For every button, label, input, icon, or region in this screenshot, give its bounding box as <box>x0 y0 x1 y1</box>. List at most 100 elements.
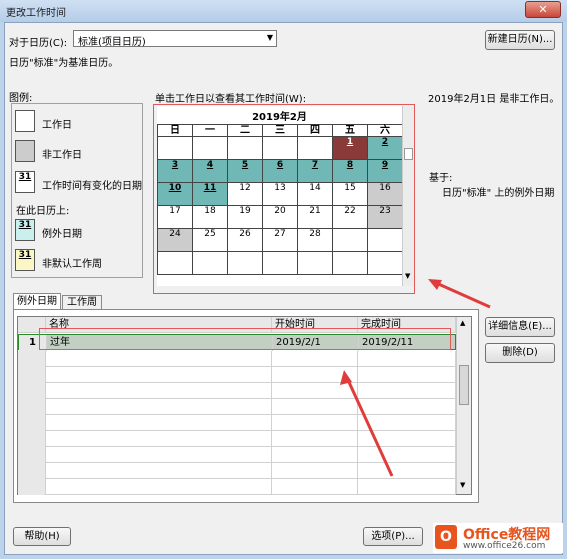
table-row[interactable] <box>18 351 456 367</box>
table-cell[interactable] <box>358 415 456 431</box>
table-cell[interactable] <box>358 383 456 399</box>
calendar-day[interactable]: 6 <box>262 159 298 183</box>
table-cell[interactable] <box>46 351 272 367</box>
calendar-day[interactable]: 24 <box>157 228 193 252</box>
based-on-detail: 日历"标准" 上的例外日期 <box>442 188 555 199</box>
calendar-day[interactable]: 8 <box>332 159 368 183</box>
calendar-day[interactable]: 11 <box>192 182 228 206</box>
table-row[interactable] <box>18 463 456 479</box>
table-cell[interactable] <box>46 431 272 447</box>
calendar-day[interactable]: 4 <box>192 159 228 183</box>
table-cell[interactable] <box>46 383 272 399</box>
table-cell[interactable] <box>272 431 358 447</box>
table-cell <box>18 367 46 383</box>
legend-exception-day: 例外日期 <box>42 229 82 240</box>
calendar-select[interactable]: 标准(项目日历) ▼ <box>73 30 277 48</box>
table-row[interactable] <box>18 399 456 415</box>
table-cell[interactable] <box>46 463 272 479</box>
table-cell[interactable] <box>46 399 272 415</box>
table-cell[interactable] <box>272 367 358 383</box>
scroll-down-icon[interactable]: ▼ <box>460 481 465 489</box>
calendar-day[interactable]: 13 <box>262 182 298 206</box>
calendar-day[interactable] <box>192 251 228 275</box>
table-row[interactable] <box>18 367 456 383</box>
calendar-day[interactable]: 5 <box>227 159 263 183</box>
tab-exceptions[interactable]: 例外日期 <box>13 293 61 310</box>
calendar-day[interactable]: 20 <box>262 205 298 229</box>
table-row[interactable] <box>18 431 456 447</box>
options-button[interactable]: 选项(P)... <box>363 527 423 546</box>
calendar-day[interactable] <box>157 251 193 275</box>
calendar-day[interactable] <box>157 136 193 160</box>
details-button[interactable]: 详细信息(E)... <box>485 317 555 337</box>
delete-button[interactable]: 删除(D) <box>485 343 555 363</box>
scroll-thumb[interactable] <box>404 148 413 160</box>
calendar-day[interactable]: 15 <box>332 182 368 206</box>
calendar-day[interactable]: 14 <box>297 182 333 206</box>
calendar-day[interactable]: 22 <box>332 205 368 229</box>
table-scroll-thumb[interactable] <box>459 365 469 405</box>
close-button[interactable]: ✕ <box>525 1 561 18</box>
calendar-day[interactable] <box>227 251 263 275</box>
calendar-day[interactable]: 10 <box>157 182 193 206</box>
table-cell[interactable] <box>272 383 358 399</box>
calendar-day[interactable] <box>332 228 368 252</box>
calendar-day[interactable] <box>192 136 228 160</box>
calendar-day[interactable]: 26 <box>227 228 263 252</box>
table-row[interactable] <box>18 479 456 495</box>
table-row[interactable] <box>18 447 456 463</box>
table-cell[interactable] <box>46 479 272 495</box>
calendar-day[interactable]: 2 <box>367 136 403 160</box>
calendar-day[interactable]: 19 <box>227 205 263 229</box>
table-cell[interactable] <box>272 351 358 367</box>
calendar-day[interactable] <box>297 251 333 275</box>
calendar-day[interactable] <box>262 136 298 160</box>
table-cell[interactable] <box>358 479 456 495</box>
table-scrollbar[interactable]: ▲ ▼ <box>456 317 471 494</box>
table-cell[interactable] <box>358 351 456 367</box>
calendar-day[interactable]: 18 <box>192 205 228 229</box>
new-calendar-button[interactable]: 新建日历(N)... <box>485 30 555 50</box>
table-cell[interactable] <box>46 367 272 383</box>
calendar-day[interactable]: 3 <box>157 159 193 183</box>
calendar-instruction: 单击工作日以查看其工作时间(W): <box>155 94 307 105</box>
calendar-day[interactable]: 23 <box>367 205 403 229</box>
calendar-day[interactable]: 7 <box>297 159 333 183</box>
table-cell[interactable] <box>272 399 358 415</box>
calendar-day[interactable]: 21 <box>297 205 333 229</box>
calendar-day[interactable] <box>227 136 263 160</box>
calendar-scrollbar[interactable]: ▼ <box>402 106 414 286</box>
table-cell[interactable] <box>358 463 456 479</box>
calendar-day[interactable] <box>262 251 298 275</box>
calendar-day[interactable] <box>367 228 403 252</box>
table-cell[interactable] <box>272 479 358 495</box>
calendar-grid[interactable]: 日一二三四五六 1 2 3 4 5 6 7 8 9 10 11 12 13 14 15 16 17 18 19 20 21… <box>157 124 403 275</box>
calendar-day[interactable]: 27 <box>262 228 298 252</box>
scroll-down-icon[interactable]: ▼ <box>405 272 410 280</box>
calendar-day[interactable]: 12 <box>227 182 263 206</box>
calendar-day[interactable]: 9 <box>367 159 403 183</box>
calendar-day[interactable] <box>297 136 333 160</box>
table-cell[interactable] <box>272 447 358 463</box>
help-button[interactable]: 帮助(H) <box>13 527 71 546</box>
calendar-day[interactable] <box>367 251 403 275</box>
calendar-day[interactable]: 17 <box>157 205 193 229</box>
table-cell[interactable] <box>358 447 456 463</box>
table-cell[interactable] <box>46 447 272 463</box>
tab-work-weeks[interactable]: 工作周 <box>62 295 102 310</box>
scroll-up-icon[interactable]: ▲ <box>460 319 465 327</box>
table-cell[interactable] <box>46 415 272 431</box>
table-cell[interactable] <box>358 367 456 383</box>
table-cell[interactable] <box>272 463 358 479</box>
month-calendar[interactable]: 2019年2月 日一二三四五六 1 2 3 4 5 6 7 8 9 10 11 12 13 14 15 16 17… <box>157 106 403 286</box>
table-cell[interactable] <box>358 399 456 415</box>
table-row[interactable] <box>18 383 456 399</box>
calendar-day[interactable]: 28 <box>297 228 333 252</box>
table-cell[interactable] <box>272 415 358 431</box>
calendar-day[interactable]: 25 <box>192 228 228 252</box>
calendar-day[interactable]: 16 <box>367 182 403 206</box>
table-row[interactable] <box>18 415 456 431</box>
calendar-day[interactable] <box>332 251 368 275</box>
calendar-day[interactable]: 1 <box>332 136 368 160</box>
table-cell[interactable] <box>358 431 456 447</box>
